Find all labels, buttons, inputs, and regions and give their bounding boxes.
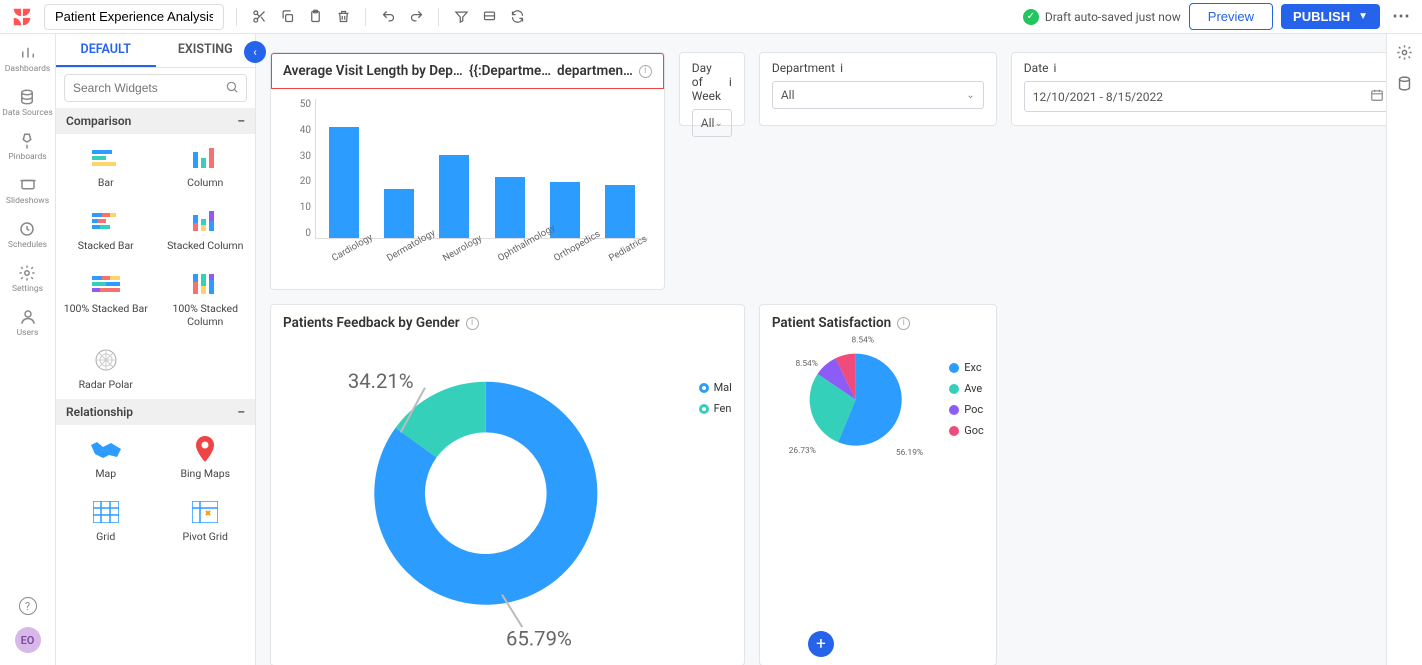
nav-slideshows[interactable]: Slideshows	[6, 176, 49, 206]
svg-text:8.54%: 8.54%	[795, 359, 817, 369]
filter-icon[interactable]	[451, 7, 471, 27]
tab-default[interactable]: DEFAULT	[56, 34, 156, 67]
collapse-panel-button[interactable]: ‹	[244, 41, 266, 63]
svg-text:56.19%: 56.19%	[896, 448, 923, 458]
app-logo[interactable]	[8, 3, 36, 31]
svg-text:26.73%: 26.73%	[789, 446, 816, 456]
info-icon[interactable]: i	[840, 61, 843, 75]
minus-icon: –	[237, 114, 245, 128]
pie-chart: 8.54% 8.54% 26.73% 56.19%	[772, 331, 939, 465]
date-range-input[interactable]: 12/10/2021 - 8/15/2022	[1024, 81, 1386, 112]
filter-department: Departmenti All⌄	[759, 52, 997, 126]
palette-section-comparison[interactable]: Comparison–	[56, 108, 255, 134]
add-widget-button[interactable]: +	[808, 631, 834, 657]
autosave-status: ✓ Draft auto-saved just now	[1023, 9, 1181, 25]
svg-text:34.21%: 34.21%	[348, 369, 414, 393]
nav-settings[interactable]: Settings	[12, 264, 43, 294]
widget-grid[interactable]: Grid	[56, 488, 156, 551]
legend-item: Mal	[699, 381, 732, 394]
nav-users[interactable]: Users	[17, 308, 39, 338]
svg-text:65.79%: 65.79%	[506, 626, 572, 650]
dashboard-canvas[interactable]: Day of Weeki All⌄ Departmenti All⌄ Datei…	[256, 34, 1386, 665]
widget-avg-visit-length[interactable]: Average Visit Length by Depart… {{:Depar…	[270, 52, 665, 290]
legend-item: Ave	[949, 382, 984, 395]
delete-icon[interactable]	[333, 7, 353, 27]
copy-icon[interactable]	[277, 7, 297, 27]
widget-column[interactable]: Column	[156, 134, 256, 197]
widget-pivot-grid[interactable]: Pivot Grid	[156, 488, 256, 551]
widget-bing-maps[interactable]: Bing Maps	[156, 425, 256, 488]
widget-stacked-bar[interactable]: Stacked Bar	[56, 197, 156, 260]
paste-icon[interactable]	[305, 7, 325, 27]
more-icon[interactable]: ⋯	[1388, 6, 1414, 27]
widget-100-stacked-column[interactable]: 100% Stacked Column	[156, 260, 256, 336]
redo-icon[interactable]	[406, 7, 426, 27]
widget-feedback-gender[interactable]: Patients Feedback by Genderi 34.21% 65.7…	[270, 304, 745, 665]
calendar-icon	[1370, 88, 1384, 105]
chevron-down-icon: ⌄	[966, 90, 974, 101]
properties-gear-icon[interactable]	[1396, 44, 1413, 61]
widget-bar[interactable]: Bar	[56, 134, 156, 197]
search-widgets-input[interactable]	[64, 74, 247, 102]
preview-button[interactable]: Preview	[1189, 3, 1273, 30]
info-icon[interactable]: i	[897, 317, 910, 330]
theme-icon[interactable]	[479, 7, 499, 27]
bar-chart-visit: Consulting Time 50403020100CardiologyDer…	[283, 99, 652, 279]
legend-item: Fen	[699, 402, 732, 415]
widget-map[interactable]: Map	[56, 425, 156, 488]
minus-icon: –	[237, 405, 245, 419]
help-icon[interactable]: ?	[19, 597, 37, 615]
chevron-down-icon: ⌄	[714, 118, 722, 129]
avatar[interactable]: EO	[15, 627, 41, 653]
widget-patient-satisfaction[interactable]: Patient Satisfactioni 8.54% 8.54% 26.73%…	[759, 304, 997, 665]
legend-item: Exc	[949, 361, 984, 374]
info-icon[interactable]: i	[466, 317, 479, 330]
search-icon	[225, 80, 239, 98]
donut-chart: 34.21% 65.79%	[283, 331, 689, 655]
nav-dashboards[interactable]: Dashboards	[5, 44, 51, 74]
topbar: ✓ Draft auto-saved just now Preview PUBL…	[0, 0, 1422, 34]
nav-schedules[interactable]: Schedules	[8, 220, 47, 250]
check-icon: ✓	[1023, 9, 1039, 25]
chevron-down-icon: ▼	[1358, 11, 1368, 22]
palette-section-relationship[interactable]: Relationship–	[56, 399, 255, 425]
publish-button[interactable]: PUBLISH▼	[1281, 4, 1380, 29]
nav-rail: Dashboards Data Sources Pinboards Slides…	[0, 34, 56, 665]
nav-datasources[interactable]: Data Sources	[2, 88, 52, 118]
widget-radar-polar[interactable]: Radar Polar	[56, 336, 156, 399]
info-icon[interactable]: i	[729, 75, 732, 89]
info-icon[interactable]: i	[639, 65, 652, 78]
widget-100-stacked-bar[interactable]: 100% Stacked Bar	[56, 260, 156, 336]
svg-text:8.54%: 8.54%	[851, 336, 873, 346]
info-icon[interactable]: i	[1054, 61, 1057, 75]
dashboard-title-input[interactable]	[44, 4, 224, 30]
legend-item: Goc	[949, 424, 984, 437]
filter-date: Datei 12/10/2021 - 8/15/2022	[1011, 52, 1386, 126]
filter-dayofweek: Day of Weeki All⌄	[679, 52, 745, 126]
undo-icon[interactable]	[378, 7, 398, 27]
widget-palette: DEFAULT EXISTING ‹ Comparison– Bar Colum…	[56, 34, 256, 665]
dayofweek-dropdown[interactable]: All⌄	[692, 109, 732, 137]
legend-item: Poc	[949, 403, 984, 416]
refresh-icon[interactable]	[507, 7, 527, 27]
cut-icon[interactable]	[249, 7, 269, 27]
widget-stacked-column[interactable]: Stacked Column	[156, 197, 256, 260]
right-rail	[1386, 34, 1422, 665]
tab-existing[interactable]: EXISTING	[156, 34, 256, 67]
data-icon[interactable]	[1396, 75, 1413, 92]
department-dropdown[interactable]: All⌄	[772, 81, 984, 109]
nav-pinboards[interactable]: Pinboards	[8, 132, 46, 162]
